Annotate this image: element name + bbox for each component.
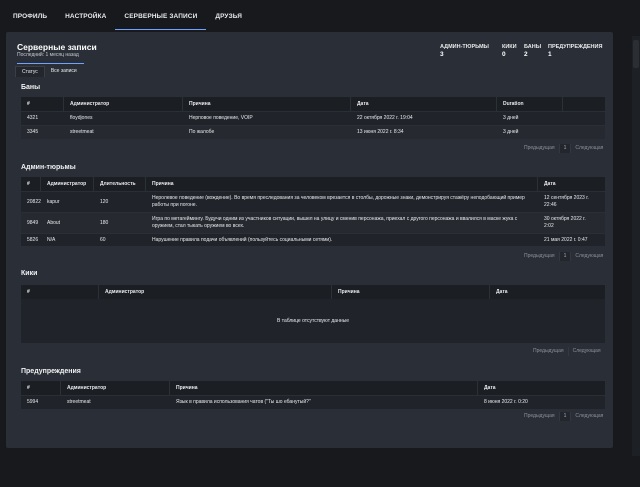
table-row: 4321 floydjones Нерповое поведение, VOIP… xyxy=(21,111,605,125)
col-id[interactable]: # xyxy=(21,97,64,111)
prev-page-button[interactable]: Предыдущая xyxy=(520,144,560,153)
kicks-pagination: Предыдущая Следующая xyxy=(529,347,605,356)
col-date[interactable]: Дата xyxy=(490,285,605,299)
col-reason[interactable]: Причина xyxy=(332,285,490,299)
col-id[interactable]: # xyxy=(21,381,61,395)
table-header: # Администратор Причина Дата xyxy=(21,285,605,299)
col-date[interactable]: Дата xyxy=(538,177,600,191)
prev-page-button[interactable]: Предыдущая xyxy=(529,347,569,356)
table-header: # Администратор Длительность Причина Дат… xyxy=(21,177,605,191)
records-panel: Серверные записи Последний: 1 месяц наза… xyxy=(6,32,613,448)
stat-kicks: КИКИ 0 xyxy=(502,44,517,58)
scrollbar-track[interactable] xyxy=(632,36,640,456)
col-admin[interactable]: Администратор xyxy=(64,97,183,111)
subtab-all-records[interactable]: Все записи xyxy=(45,66,83,77)
page-title: Серверные записи xyxy=(17,42,97,52)
next-page-button[interactable]: Следующая xyxy=(571,252,607,261)
subtabs: Статус Все записи xyxy=(15,66,83,77)
bans-table: # Администратор Причина Дата Duration 43… xyxy=(21,97,605,139)
col-id[interactable]: # xyxy=(21,177,41,191)
kicks-table: # Администратор Причина Дата В таблице о… xyxy=(21,285,605,343)
table-header: # Администратор Причина Дата xyxy=(21,381,605,395)
stat-jails: АДМИН-ТЮРЬМЫ 3 xyxy=(440,44,489,58)
col-admin[interactable]: Администратор xyxy=(61,381,170,395)
table-row: 20822 kapur 120 Неролевое поведение (вож… xyxy=(21,191,605,212)
jails-pagination: Предыдущая 1 Следующая xyxy=(520,252,607,261)
col-reason[interactable]: Причина xyxy=(170,381,478,395)
jails-title: Админ-тюрьмы xyxy=(21,164,76,171)
col-date[interactable]: Дата xyxy=(351,97,497,111)
table-row: 5994 streetmeat Язык в правила использов… xyxy=(21,395,605,409)
kicks-title: Кики xyxy=(21,270,38,277)
table-row: 5826 N/A 60 Нарушение правила подачи объ… xyxy=(21,233,605,246)
col-date[interactable]: Дата xyxy=(478,381,594,395)
col-admin[interactable]: Администратор xyxy=(99,285,332,299)
col-extra xyxy=(563,97,605,111)
warnings-pagination: Предыдущая 1 Следующая xyxy=(520,412,607,421)
tab-server-records[interactable]: СЕРВЕРНЫЕ ЗАПИСИ xyxy=(115,0,207,30)
col-admin[interactable]: Администратор xyxy=(41,177,94,191)
bans-title: Баны xyxy=(21,84,41,91)
warnings-title: Предупреждения xyxy=(21,368,81,375)
jails-table: # Администратор Длительность Причина Дат… xyxy=(21,177,605,246)
stat-warnings: ПРЕДУПРЕЖДЕНИЯ 1 xyxy=(548,44,603,58)
next-page-button[interactable]: Следующая xyxy=(571,412,607,421)
col-reason[interactable]: Причина xyxy=(146,177,538,191)
table-header: # Администратор Причина Дата Duration xyxy=(21,97,605,111)
table-row: 3345 streetmeat По жалобе 13 июня 2022 г… xyxy=(21,125,605,139)
col-duration[interactable]: Duration xyxy=(497,97,563,111)
next-page-button[interactable]: Следующая xyxy=(571,144,607,153)
prev-page-button[interactable]: Предыдущая xyxy=(520,252,560,261)
warnings-table: # Администратор Причина Дата 5994 street… xyxy=(21,381,605,409)
top-nav: ПРОФИЛЬ НАСТРОЙКА СЕРВЕРНЫЕ ЗАПИСИ ДРУЗЬ… xyxy=(0,0,640,30)
tab-profile[interactable]: ПРОФИЛЬ xyxy=(4,0,56,30)
tab-friends[interactable]: ДРУЗЬЯ xyxy=(206,0,251,30)
page-number[interactable]: 1 xyxy=(559,144,572,153)
subtab-status[interactable]: Статус xyxy=(15,66,45,77)
bans-pagination: Предыдущая 1 Следующая xyxy=(520,144,607,153)
stats-summary: АДМИН-ТЮРЬМЫ 3 КИКИ 0 БАНЫ 2 ПРЕДУПРЕЖДЕ… xyxy=(440,44,614,58)
next-page-button[interactable]: Следующая xyxy=(569,347,605,356)
col-reason[interactable]: Причина xyxy=(183,97,351,111)
empty-table-message: В таблице отсутствуют данные xyxy=(277,318,349,324)
stat-bans: БАНЫ 2 xyxy=(524,44,542,58)
title-underline xyxy=(17,63,84,64)
scrollbar-thumb[interactable] xyxy=(633,40,639,68)
page-subtitle: Последний: 1 месяц назад xyxy=(17,52,79,58)
page-number[interactable]: 1 xyxy=(559,252,572,261)
prev-page-button[interactable]: Предыдущая xyxy=(520,412,560,421)
tab-settings[interactable]: НАСТРОЙКА xyxy=(56,0,115,30)
page-number[interactable]: 1 xyxy=(559,412,572,421)
col-duration[interactable]: Длительность xyxy=(94,177,146,191)
col-id[interactable]: # xyxy=(21,285,99,299)
table-row: 9849 About 180 Игра по метагеймингу. Буд… xyxy=(21,212,605,233)
